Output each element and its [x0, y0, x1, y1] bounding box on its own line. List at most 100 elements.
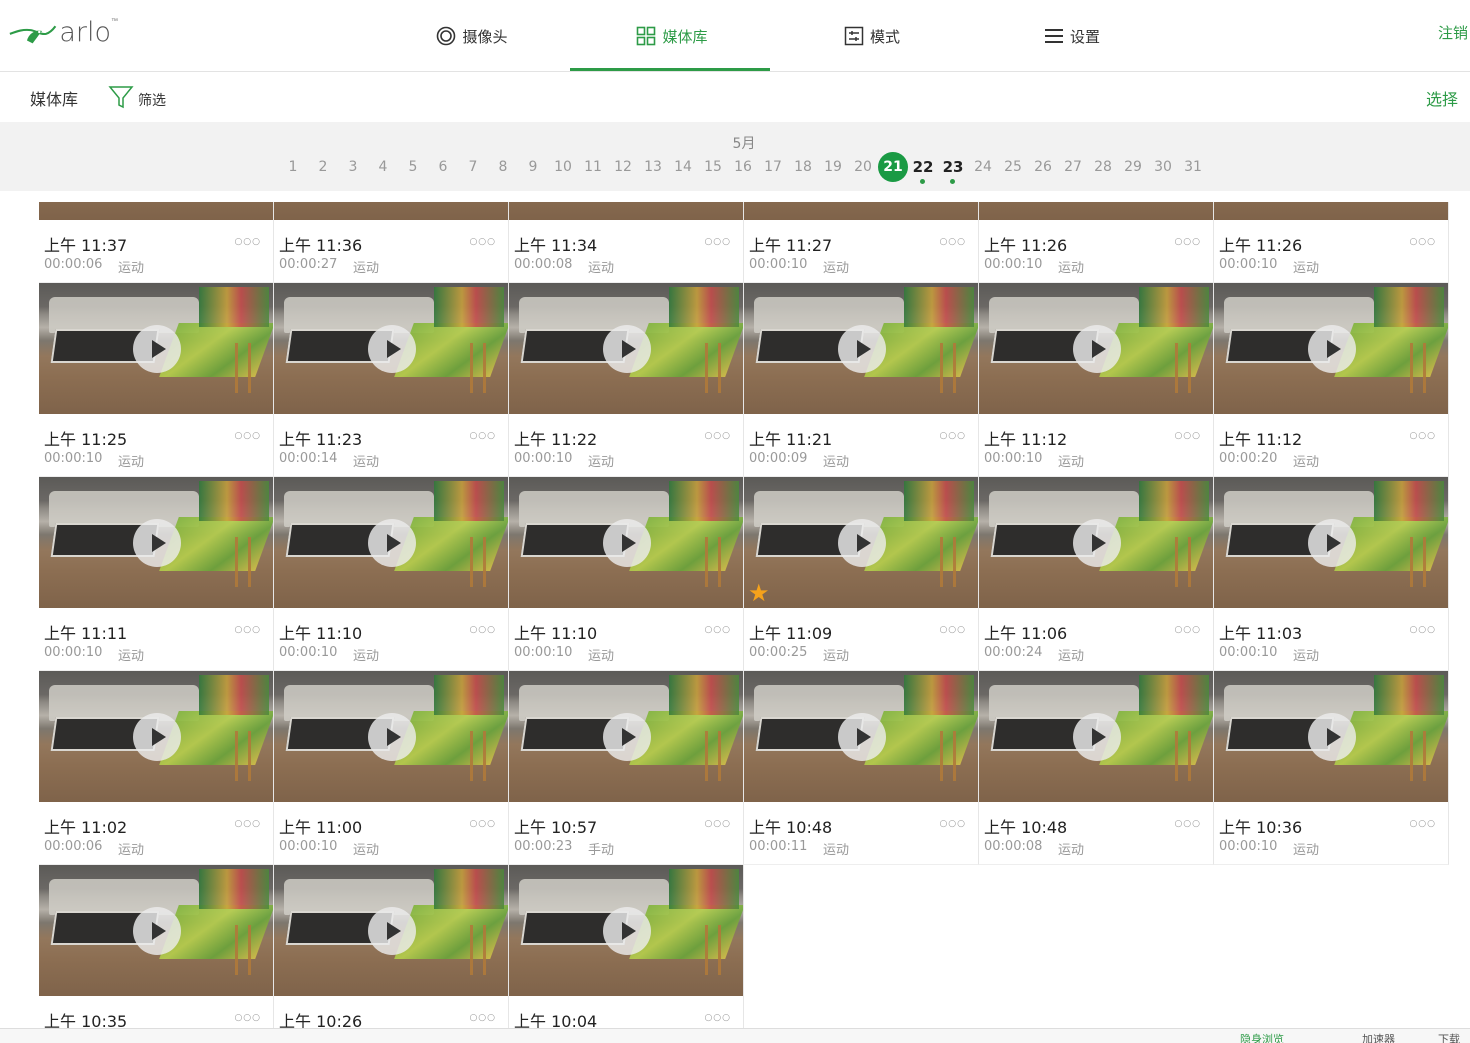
more-options-icon[interactable]: ○○○	[469, 819, 496, 829]
more-options-icon[interactable]: ○○○	[234, 431, 261, 441]
play-icon[interactable]	[1073, 713, 1121, 761]
play-icon[interactable]	[133, 519, 181, 567]
more-options-icon[interactable]: ○○○	[234, 237, 261, 247]
clip-card[interactable]: 上午 10:36 ○○○ 00:00:10 运动	[1214, 671, 1449, 865]
more-options-icon[interactable]: ○○○	[1174, 237, 1201, 247]
more-options-icon[interactable]: ○○○	[704, 1013, 731, 1023]
play-icon[interactable]	[838, 325, 886, 373]
nav-tab-library[interactable]: 媒体库	[620, 0, 724, 72]
clip-card[interactable]: 上午 11:02 ○○○ 00:00:06 运动	[39, 671, 274, 865]
clip-thumbnail[interactable]	[979, 202, 1213, 220]
calendar-day-6[interactable]: 6	[428, 152, 458, 182]
calendar-day-25[interactable]: 25	[998, 152, 1028, 182]
nav-tab-modes[interactable]: 模式	[830, 0, 914, 72]
clip-thumbnail[interactable]	[744, 671, 978, 802]
clip-thumbnail[interactable]	[1214, 202, 1448, 220]
clip-card[interactable]: 上午 11:25 ○○○ 00:00:10 运动	[39, 283, 274, 477]
clip-card[interactable]: 上午 11:06 ○○○ 00:00:24 运动	[979, 477, 1214, 671]
clip-thumbnail[interactable]	[39, 283, 273, 414]
clip-card[interactable]: 上午 11:10 ○○○ 00:00:10 运动	[274, 477, 509, 671]
clip-card[interactable]: 上午 10:04 ○○○	[509, 865, 744, 1028]
play-icon[interactable]	[1308, 713, 1356, 761]
clip-thumbnail[interactable]	[274, 283, 508, 414]
play-icon[interactable]	[838, 713, 886, 761]
calendar-day-30[interactable]: 30	[1148, 152, 1178, 182]
clip-card[interactable]: 上午 11:03 ○○○ 00:00:10 运动	[1214, 477, 1449, 671]
clip-card[interactable]: 上午 10:48 ○○○ 00:00:08 运动	[979, 671, 1214, 865]
more-options-icon[interactable]: ○○○	[469, 237, 496, 247]
play-icon[interactable]	[603, 519, 651, 567]
play-icon[interactable]	[368, 907, 416, 955]
calendar-day-10[interactable]: 10	[548, 152, 578, 182]
calendar-day-20[interactable]: 20	[848, 152, 878, 182]
play-icon[interactable]	[603, 713, 651, 761]
clip-thumbnail[interactable]	[979, 477, 1213, 608]
calendar-day-31[interactable]: 31	[1178, 152, 1208, 182]
more-options-icon[interactable]: ○○○	[704, 625, 731, 635]
calendar-day-24[interactable]: 24	[968, 152, 998, 182]
calendar-day-27[interactable]: 27	[1058, 152, 1088, 182]
more-options-icon[interactable]: ○○○	[1174, 431, 1201, 441]
more-options-icon[interactable]: ○○○	[1174, 819, 1201, 829]
clip-card[interactable]: 上午 11:37 ○○○ 00:00:06 运动	[39, 202, 274, 283]
more-options-icon[interactable]: ○○○	[1409, 819, 1436, 829]
clip-card[interactable]: 上午 10:35 ○○○	[39, 865, 274, 1028]
status-private-browsing[interactable]: 隐身浏览	[1240, 1031, 1284, 1043]
calendar-day-11[interactable]: 11	[578, 152, 608, 182]
clip-thumbnail[interactable]	[979, 671, 1213, 802]
play-icon[interactable]	[603, 325, 651, 373]
clip-thumbnail[interactable]	[744, 202, 978, 220]
calendar-day-1[interactable]: 1	[278, 152, 308, 182]
clip-thumbnail[interactable]	[274, 671, 508, 802]
clip-thumbnail[interactable]	[744, 283, 978, 414]
calendar-day-29[interactable]: 29	[1118, 152, 1148, 182]
more-options-icon[interactable]: ○○○	[1409, 237, 1436, 247]
clip-card[interactable]: 上午 11:36 ○○○ 00:00:27 运动	[274, 202, 509, 283]
more-options-icon[interactable]: ○○○	[1409, 431, 1436, 441]
clip-thumbnail[interactable]	[509, 865, 743, 996]
nav-tab-settings[interactable]: 设置	[1030, 0, 1114, 72]
clip-card[interactable]: 上午 11:00 ○○○ 00:00:10 运动	[274, 671, 509, 865]
clip-thumbnail[interactable]	[509, 477, 743, 608]
play-icon[interactable]	[1073, 519, 1121, 567]
calendar-day-13[interactable]: 13	[638, 152, 668, 182]
more-options-icon[interactable]: ○○○	[939, 237, 966, 247]
play-icon[interactable]	[133, 325, 181, 373]
more-options-icon[interactable]: ○○○	[1174, 625, 1201, 635]
clip-card[interactable]: 上午 11:21 ○○○ 00:00:09 运动	[744, 283, 979, 477]
clip-card[interactable]: 上午 10:48 ○○○ 00:00:11 运动	[744, 671, 979, 865]
arlo-logo[interactable]: arlo™	[8, 14, 118, 50]
clip-card[interactable]: 上午 11:23 ○○○ 00:00:14 运动	[274, 283, 509, 477]
calendar-day-2[interactable]: 2	[308, 152, 338, 182]
clip-card[interactable]: ★ 上午 11:09 ○○○ 00:00:25 运动	[744, 477, 979, 671]
more-options-icon[interactable]: ○○○	[469, 625, 496, 635]
clip-card[interactable]: 上午 11:12 ○○○ 00:00:20 运动	[1214, 283, 1449, 477]
play-icon[interactable]	[1308, 325, 1356, 373]
clip-thumbnail[interactable]	[1214, 671, 1448, 802]
calendar-day-7[interactable]: 7	[458, 152, 488, 182]
calendar-day-9[interactable]: 9	[518, 152, 548, 182]
clip-thumbnail[interactable]	[274, 477, 508, 608]
calendar-day-12[interactable]: 12	[608, 152, 638, 182]
calendar-day-22[interactable]: 22	[908, 152, 938, 184]
calendar-day-15[interactable]: 15	[698, 152, 728, 182]
logout-button[interactable]: 注销	[1438, 22, 1468, 43]
clip-card[interactable]: 上午 11:22 ○○○ 00:00:10 运动	[509, 283, 744, 477]
play-icon[interactable]	[133, 907, 181, 955]
clip-card[interactable]: 上午 11:34 ○○○ 00:00:08 运动	[509, 202, 744, 283]
play-icon[interactable]	[368, 713, 416, 761]
calendar-day-4[interactable]: 4	[368, 152, 398, 182]
status-downloads[interactable]: 下载	[1438, 1031, 1460, 1043]
calendar-day-26[interactable]: 26	[1028, 152, 1058, 182]
clip-card[interactable]: 上午 11:10 ○○○ 00:00:10 运动	[509, 477, 744, 671]
clip-card[interactable]: 上午 11:26 ○○○ 00:00:10 运动	[1214, 202, 1449, 283]
more-options-icon[interactable]: ○○○	[704, 431, 731, 441]
clip-thumbnail[interactable]	[979, 283, 1213, 414]
clip-card[interactable]: 上午 11:12 ○○○ 00:00:10 运动	[979, 283, 1214, 477]
more-options-icon[interactable]: ○○○	[704, 819, 731, 829]
calendar-day-5[interactable]: 5	[398, 152, 428, 182]
clip-card[interactable]: 上午 10:57 ○○○ 00:00:23 手动	[509, 671, 744, 865]
clip-thumbnail[interactable]	[274, 202, 508, 220]
clip-thumbnail[interactable]	[39, 865, 273, 996]
clip-card[interactable]: 上午 10:26 ○○○	[274, 865, 509, 1028]
